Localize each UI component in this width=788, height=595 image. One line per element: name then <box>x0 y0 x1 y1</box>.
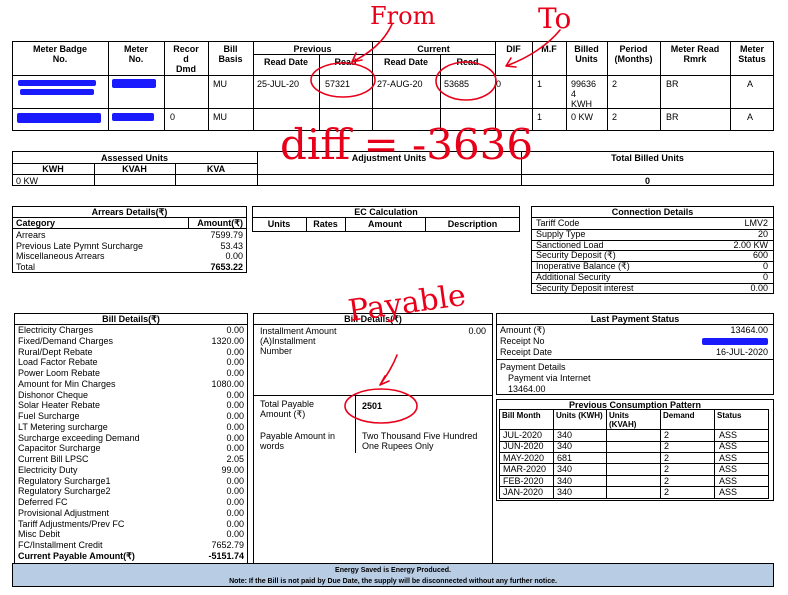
annotation-circle-to <box>435 61 497 101</box>
annotation-from: From <box>370 2 436 30</box>
annotation-arrow-payable <box>379 354 398 386</box>
annotation-to: To <box>538 2 572 35</box>
annotation-arrow-to <box>505 29 561 68</box>
annotation-circle-from <box>310 62 376 98</box>
annotation-diff: diff = -3636 <box>280 120 534 169</box>
annotation-circle-payable <box>344 388 418 424</box>
